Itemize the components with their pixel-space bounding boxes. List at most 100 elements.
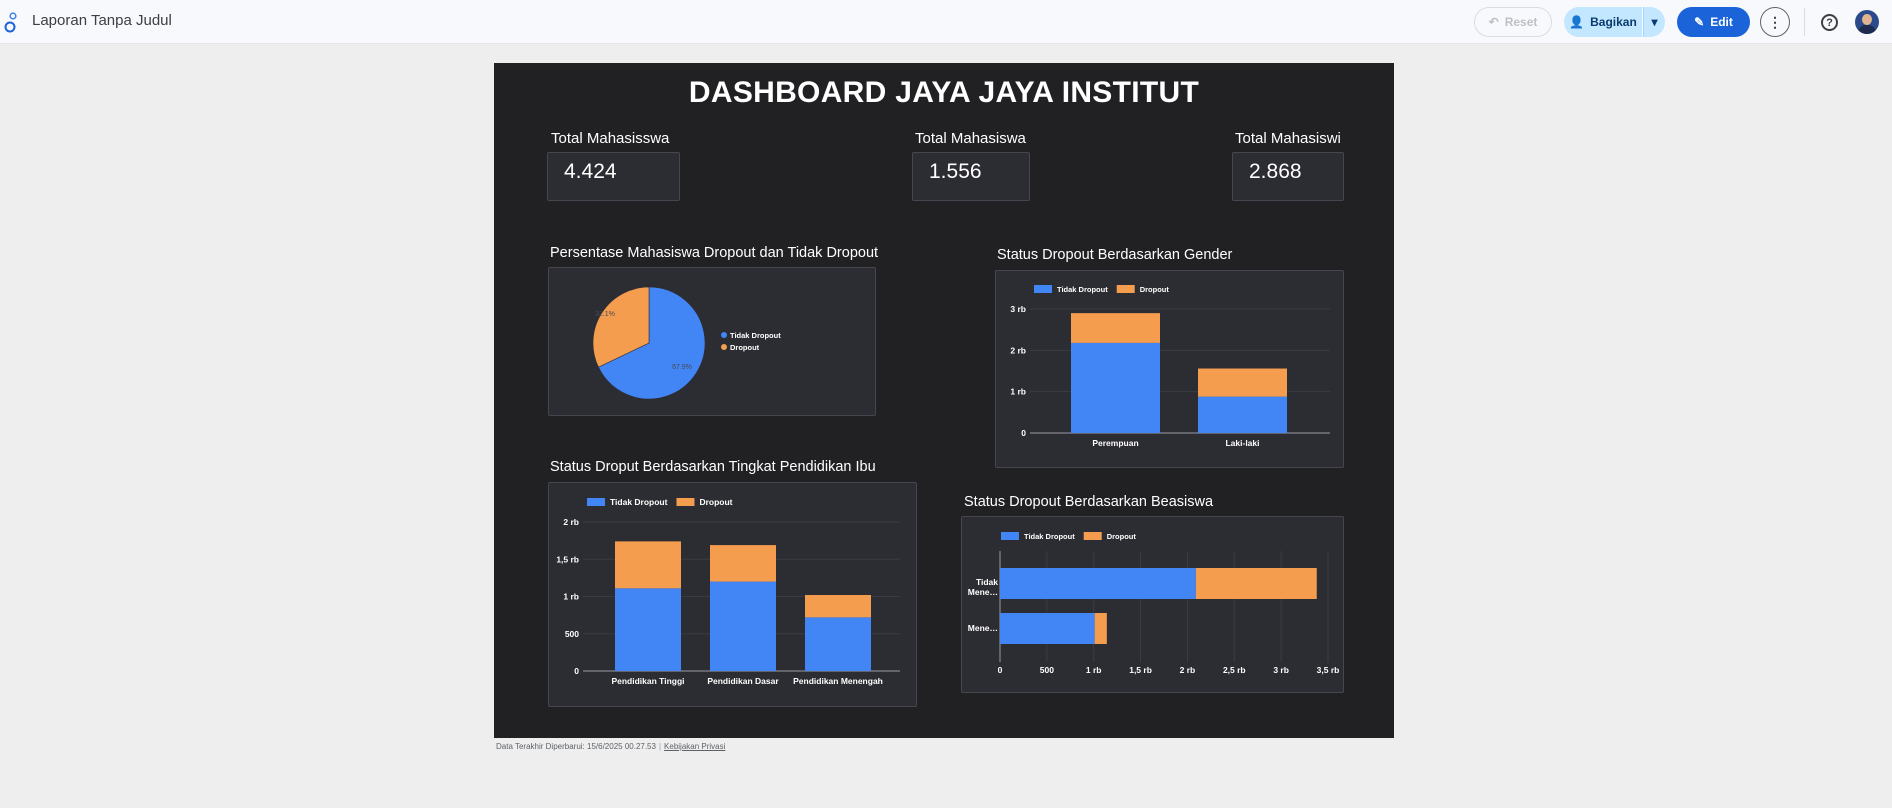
y-tick-label: 0 (1021, 428, 1026, 438)
y-tick-label: 1 rb (563, 592, 579, 602)
bar-laki-laki-tidak-dropout (1198, 396, 1287, 433)
edit-button-label: Edit (1710, 15, 1733, 29)
top-bar: Laporan Tanpa Judul ↶ Reset 👤 Bagikan ▾ … (0, 0, 1892, 44)
legend-label: Tidak Dropout (1057, 285, 1108, 294)
mother-education-chart-title: Status Droput Berdasarkan Tingkat Pendid… (550, 459, 876, 475)
y-tick-label: 2 rb (1010, 345, 1026, 355)
last-updated-text: Data Terakhir Diperbarui: 15/6/2025 00.2… (496, 742, 656, 751)
more-vert-icon[interactable]: ⋮ (1760, 7, 1790, 37)
reset-button[interactable]: ↶ Reset (1474, 7, 1552, 37)
bar-mene-tidak-dropout (1000, 613, 1095, 644)
privacy-policy-link[interactable]: Kebijakan Privasi (664, 742, 725, 751)
x-tick-label: 3 rb (1273, 665, 1289, 675)
bar-perempuan-tidak-dropout (1071, 342, 1160, 433)
x-tick-label: Pendidikan Tinggi (611, 676, 684, 686)
legend-swatch (721, 332, 727, 338)
share-button[interactable]: 👤 Bagikan (1564, 7, 1642, 37)
legend-label: Tidak Dropout (1024, 532, 1075, 541)
x-tick-label: 3,5 rb (1317, 665, 1340, 675)
pie-chart: 67.9% 32.1% Tidak Dropout Dropout (592, 286, 781, 400)
footer-separator: | (658, 742, 662, 751)
legend-label: Dropout (1140, 285, 1170, 294)
kpi-female-value: 2.868 (1249, 160, 1302, 183)
pie-data-label: 32.1% (595, 311, 615, 318)
bar-tidak-mene-dropout (1195, 568, 1317, 599)
legend-swatch (676, 498, 695, 506)
avatar[interactable] (1855, 10, 1879, 34)
x-tick-label: Pendidikan Menengah (793, 676, 883, 686)
bar-pendidikan-menengah-dropout (805, 595, 871, 618)
pencil-icon: ✎ (1694, 15, 1705, 29)
y-tick-label: 3 rb (1010, 304, 1026, 314)
x-tick-label: 2,5 rb (1223, 665, 1246, 675)
y-tick-label: 1 rb (1010, 387, 1026, 397)
undo-icon: ↶ (1488, 15, 1499, 29)
gender-chart-panel[interactable]: Tidak Dropout Dropout 0 1 rb 2 rb 3 rb Perempu… (995, 270, 1344, 468)
legend-swatch (1083, 532, 1102, 540)
report-footer: Data Terakhir Diperbarui: 15/6/2025 00.2… (496, 742, 725, 751)
gender-chart-title: Status Dropout Berdasarkan Gender (997, 247, 1233, 263)
legend-label: Dropout (730, 343, 760, 352)
bar-pendidikan-menengah-tidak-dropout (805, 617, 871, 671)
edit-button[interactable]: ✎ Edit (1677, 7, 1750, 37)
pie-data-label: 67.9% (672, 364, 692, 371)
dashboard-title: DASHBOARD JAYA JAYA INSTITUT (688, 76, 1200, 109)
add-person-icon: 👤 (1569, 15, 1585, 29)
legend-swatch (1034, 285, 1052, 293)
kpi-female-card[interactable]: 2.868 (1232, 152, 1344, 201)
share-button-label: Bagikan (1590, 15, 1637, 29)
legend-swatch (1116, 285, 1135, 293)
bar-pendidikan-tinggi-dropout (615, 541, 681, 589)
reset-button-label: Reset (1504, 15, 1538, 29)
pie-chart-title: Persentase Mahasiswa Dropout dan Tidak D… (550, 245, 879, 261)
report-title[interactable]: Laporan Tanpa Judul (32, 12, 172, 29)
x-tick-label: 500 (1040, 665, 1054, 675)
bar-perempuan-dropout (1071, 313, 1160, 343)
legend-swatch (721, 344, 727, 350)
kpi-total-value: 4.424 (564, 160, 617, 183)
looker-studio-logo-icon[interactable] (4, 11, 18, 33)
bar-mene-dropout (1094, 613, 1107, 644)
legend-label: Tidak Dropout (730, 331, 781, 340)
help-icon[interactable]: ? (1821, 14, 1838, 31)
bar-pendidikan-dasar-tidak-dropout (710, 581, 776, 671)
y-tick-label: 2 rb (563, 517, 579, 527)
mother-education-chart-panel[interactable]: Tidak Dropout Dropout 0 500 1 rb 1,5 rb 2 rb Pe… (548, 482, 917, 707)
y-tick-label: 500 (565, 629, 579, 639)
scholarship-chart-title: Status Dropout Berdasarkan Beasiswa (964, 494, 1214, 510)
x-tick-label: Pendidikan Dasar (707, 676, 779, 686)
kpi-male-label: Total Mahasiswa (915, 130, 1026, 147)
scholarship-chart: Tidak Dropout Dropout 0 500 1 rb 1,5 rb 2 rb 2,… (968, 532, 1340, 675)
kpi-male-card[interactable]: 1.556 (912, 152, 1030, 201)
x-tick-label: Perempuan (1092, 438, 1138, 448)
kpi-total-label: Total Mahasisswa (551, 130, 670, 147)
y-tick-label: Tidak Mene… (968, 577, 999, 597)
pie-chart-panel[interactable]: 67.9% 32.1% Tidak Dropout Dropout (548, 267, 876, 416)
x-tick-label: 1,5 rb (1129, 665, 1152, 675)
x-tick-label: 0 (998, 665, 1003, 675)
bar-pendidikan-tinggi-tidak-dropout (615, 588, 681, 671)
y-tick-label: Mene… (968, 623, 998, 633)
x-tick-label: Laki-laki (1225, 438, 1259, 448)
x-tick-label: 1 rb (1086, 665, 1102, 675)
y-tick-label: 1,5 rb (556, 554, 579, 564)
report-canvas: DASHBOARD JAYA JAYA INSTITUT Total Mahas… (494, 63, 1394, 738)
legend-label: Tidak Dropout (610, 497, 668, 507)
mother-education-chart: Tidak Dropout Dropout 0 500 1 rb 1,5 rb 2 rb Pe… (556, 497, 900, 686)
gender-chart: Tidak Dropout Dropout 0 1 rb 2 rb 3 rb Perempu… (1010, 285, 1330, 448)
bar-laki-laki-dropout (1198, 368, 1287, 397)
caret-down-icon: ▾ (1651, 15, 1658, 29)
legend-label: Dropout (1107, 532, 1137, 541)
legend-label: Dropout (699, 497, 732, 507)
legend-swatch (1001, 532, 1019, 540)
share-dropdown-button[interactable]: ▾ (1643, 7, 1665, 37)
kpi-total-card[interactable]: 4.424 (547, 152, 680, 201)
bar-pendidikan-dasar-dropout (710, 545, 776, 582)
y-tick-label: 0 (574, 666, 579, 676)
x-tick-label: 2 rb (1180, 665, 1196, 675)
bar-tidak-mene-tidak-dropout (1000, 568, 1196, 599)
kpi-female-label: Total Mahasiswi (1235, 130, 1341, 147)
scholarship-chart-panel[interactable]: Tidak Dropout Dropout 0 500 1 rb 1,5 rb 2 rb 2,… (961, 516, 1344, 693)
kpi-male-value: 1.556 (929, 160, 982, 183)
toolbar-divider (1804, 8, 1805, 36)
